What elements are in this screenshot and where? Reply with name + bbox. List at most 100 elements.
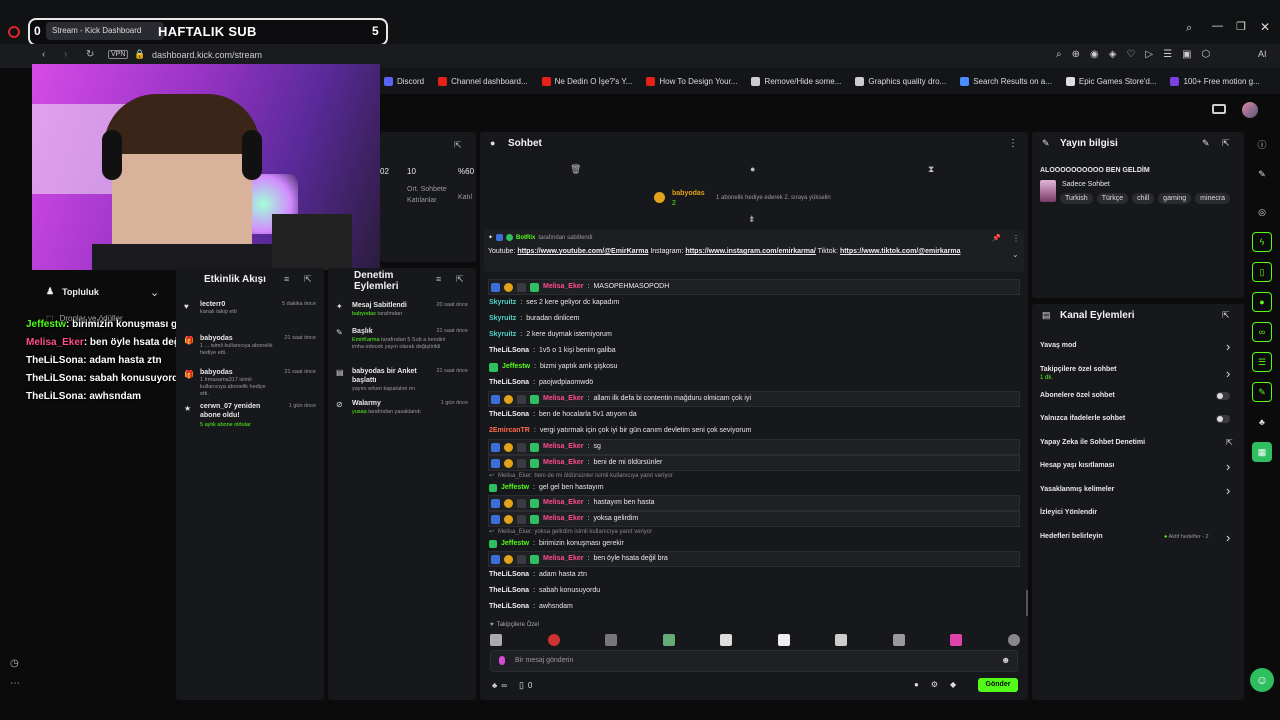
edit-icon[interactable]: ✎ (1202, 138, 1210, 149)
channel-action-row[interactable]: Yavaş mod › (1032, 338, 1244, 362)
kick-emote-icon[interactable]: ◆ (950, 680, 956, 689)
chat-message[interactable]: Melisa_Eker: ben öyle hsata değil bra (488, 551, 1020, 567)
popout-icon[interactable]: ⇱ (1222, 138, 1230, 149)
list-icon[interactable]: ☰ (1252, 352, 1272, 372)
bookmark-item[interactable]: Search Results on a... (960, 76, 1052, 86)
shield-icon[interactable]: ◈ (1109, 49, 1117, 60)
chat-username[interactable]: Jeffestw (502, 362, 530, 372)
chat-username[interactable]: TheLiLSona (489, 378, 529, 388)
chat-icon[interactable]: ● (1252, 292, 1272, 312)
more-vertical-icon[interactable]: ⋮ (1012, 234, 1020, 243)
youtube-link[interactable]: https://www.youtube.com/@EmirKarma (517, 248, 648, 255)
filter-icon[interactable]: ≡ (436, 274, 441, 284)
unpin-icon[interactable]: 📌 (992, 234, 1001, 242)
mod-action-item[interactable]: ⊘ Walarmy yusaa tarafından yasaklandı 1 gün… (328, 398, 476, 424)
popout-icon[interactable]: ⇱ (1222, 310, 1230, 321)
chat-message[interactable]: TheLiLSona: ben de hocalarla 5v1 atıyom d… (480, 407, 1028, 423)
stream-tag[interactable]: Turkish (1060, 193, 1093, 204)
speech-bubble-icon[interactable]: ● (750, 164, 755, 174)
dashboard-icon[interactable] (1212, 104, 1226, 114)
chat-message[interactable]: Melisa_Eker: allam ilk defa bi contentin … (488, 391, 1020, 407)
users-icon[interactable]: ♣ (492, 681, 497, 690)
activity-item[interactable]: ★ cerwn_07 yeniden abone oldu! 5 aylık abo… (176, 400, 324, 434)
bookmark-item[interactable]: Channel dashboard... (438, 76, 528, 86)
chat-message[interactable]: TheLiLSona: paojwdpiaomwdö (480, 375, 1028, 391)
chevron-right-icon[interactable]: › (1226, 339, 1230, 354)
chat-message[interactable]: TheLiLSona: awhsndam (480, 599, 1028, 615)
toggle-switch[interactable] (1216, 415, 1230, 423)
profile-icon[interactable]: ▣ (1182, 49, 1191, 60)
chat-message[interactable]: Melisa_Eker: MASOPEHMASOPODH (488, 279, 1020, 295)
camera-icon[interactable]: ◉ (1090, 49, 1099, 60)
chevron-right-icon[interactable]: › (1226, 366, 1230, 381)
more-icon[interactable]: ⋯ (10, 678, 20, 689)
channel-action-row[interactable]: Hesap yaşı kısıtlaması › (1032, 458, 1244, 482)
mod-action-user[interactable]: EmirKarma (352, 337, 380, 343)
more-vertical-icon[interactable]: ⋮ (1008, 138, 1018, 149)
stream-tag[interactable]: minecra (1195, 193, 1231, 204)
chat-message[interactable]: Skyruitz: buradan dinlicem (480, 311, 1028, 327)
avatar[interactable] (1242, 102, 1258, 118)
chat-username[interactable]: Skyruitz (489, 330, 516, 340)
stream-tag[interactable]: Türkçe (1096, 193, 1129, 204)
chevron-down-icon[interactable]: ⌄ (1012, 250, 1019, 259)
channel-action-row[interactable]: Yalnızca ifadelerle sohbet (1032, 411, 1244, 435)
clock-icon[interactable]: ◷ (10, 658, 19, 669)
play-icon[interactable]: ▷ (1145, 49, 1153, 60)
nav-community[interactable]: ♟ Topluluk (46, 286, 99, 297)
chat-username[interactable]: Skyruitz (489, 314, 516, 324)
mod-action-user[interactable]: yusaa (352, 409, 367, 415)
chat-username[interactable]: TheLiLSona (489, 346, 529, 356)
chat-scrollbar[interactable] (1026, 590, 1028, 616)
toggle-switch[interactable] (1216, 391, 1230, 400)
chevron-right-icon[interactable]: › (1226, 459, 1230, 474)
phone-icon[interactable]: ▯ (1252, 262, 1272, 282)
app-icon[interactable]: ▦ (1252, 442, 1272, 462)
chat-username[interactable]: Melisa_Eker (543, 498, 583, 508)
tiktok-link[interactable]: https://www.tiktok.com/@emirkarma (840, 248, 961, 255)
chat-message[interactable]: TheLiLSona: adam hasta ztn (480, 567, 1028, 583)
mod-action-item[interactable]: ✎ Başlık EmirKarma tarafından 5 Sub a kend… (328, 326, 476, 366)
channel-action-row[interactable]: Takipçilere özel sohbet 1 dk. › (1032, 362, 1244, 388)
emote-icon[interactable] (835, 634, 848, 646)
emote-icon[interactable] (777, 634, 790, 646)
chat-username[interactable]: 2EmircanTR (489, 426, 530, 436)
chat-message[interactable]: Jeffestw: bizmi yaptık amk şişkosu (480, 359, 1028, 375)
chat-message[interactable]: Jeffestw: birimizin konuşması gerekir (480, 537, 1028, 551)
collapse-icon[interactable]: ⇟ (748, 214, 756, 225)
chevron-right-icon[interactable]: › (1226, 530, 1230, 545)
support-icon[interactable]: ☺ (1250, 668, 1274, 692)
chat-message[interactable]: Skyruitz:2 kere duymak istemiyorum (480, 327, 1028, 343)
chat-message[interactable]: TheLiLSona:1v5 o 1 kişi benim galiba (480, 343, 1028, 359)
channel-action-row[interactable]: Hedefleri belirleyin › ● Aktif hedefler - … (1032, 529, 1244, 553)
chat-message[interactable]: 2EmircanTR: vergi yatırmak için çok iyi b… (480, 423, 1028, 439)
forward-icon[interactable]: › (64, 49, 67, 60)
chat-username[interactable]: Melisa_Eker (543, 514, 583, 524)
channel-action-row[interactable]: Abonelere özel sohbet (1032, 388, 1244, 412)
close-icon[interactable]: ✕ (1260, 20, 1270, 34)
channel-action-row[interactable]: Yapay Zeka ile Sohbet Denetimi ⇱ (1032, 435, 1244, 459)
chat-username[interactable]: TheLiLSona (489, 586, 529, 596)
popout-icon[interactable]: ⇱ (454, 140, 462, 151)
channel-action-row[interactable]: Yasaklanmış kelimeler › (1032, 482, 1244, 506)
chat-username[interactable]: Melisa_Eker (543, 282, 583, 292)
emote-icon[interactable] (892, 634, 905, 646)
maximize-icon[interactable]: ❐ (1236, 20, 1246, 33)
chat-username[interactable]: TheLiLSona (489, 410, 529, 420)
chevron-right-icon[interactable]: › (1226, 483, 1230, 498)
gift-leader-name[interactable]: babyodas (672, 190, 705, 197)
minimize-icon[interactable]: — (1212, 20, 1223, 32)
trash-icon[interactable]: 🗑 (570, 164, 581, 175)
bookmark-item[interactable]: Epic Games Store'd... (1065, 76, 1156, 86)
chat-username[interactable]: Melisa_Eker (543, 394, 583, 404)
stream-category[interactable]: Sadece Sohbet (1062, 181, 1110, 188)
target-icon[interactable]: ◎ (1252, 202, 1272, 222)
emote-icon[interactable] (662, 634, 675, 646)
wrench-icon[interactable]: ✎ (1252, 382, 1272, 402)
chat-message[interactable]: Melisa_Eker: beni de mi öldürsünler (488, 455, 1020, 471)
mod-action-item[interactable]: ▤ babyodas bir Anket başlattı yayını erken… (328, 366, 476, 398)
pencil-icon[interactable]: ✎ (1252, 164, 1272, 184)
hourglass-icon[interactable]: ⧗ (928, 164, 934, 175)
chat-bubble-icon[interactable]: ● (914, 680, 919, 689)
pinned-by[interactable]: BotRix (516, 235, 535, 241)
